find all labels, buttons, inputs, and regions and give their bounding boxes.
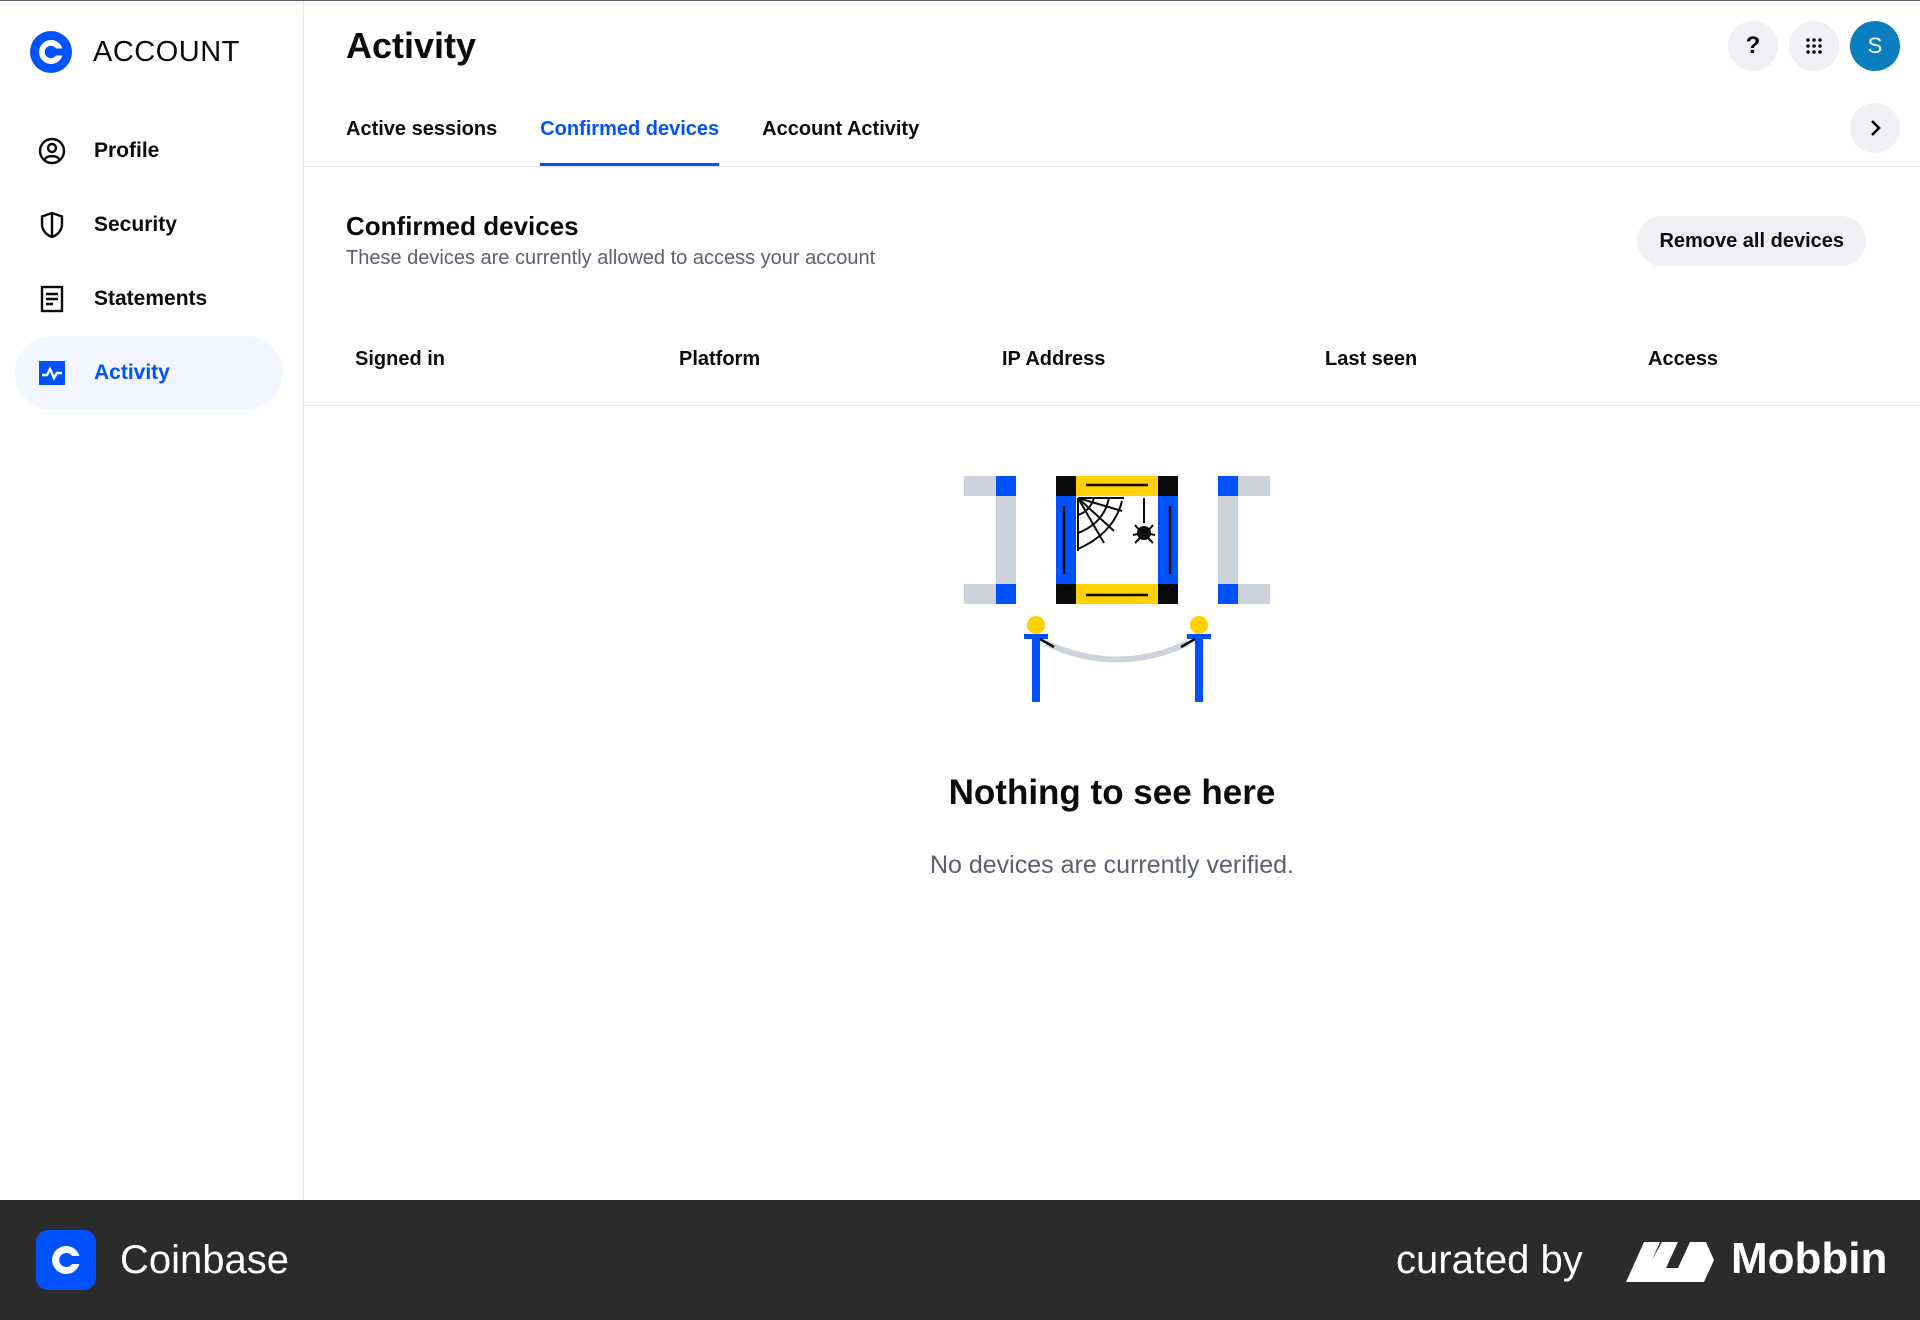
coinbase-logo-icon [30, 31, 72, 73]
sidebar-item-statements[interactable]: Statements [15, 262, 283, 336]
sidebar-item-label: Profile [94, 139, 160, 162]
help-icon: ? [1745, 32, 1761, 59]
column-header-platform[interactable]: Platform [679, 348, 760, 371]
sidebar: ACCOUNT Profile Security Statements Acti… [0, 1, 304, 1201]
tab-bar: Active sessions Confirmed devices Accoun… [346, 101, 962, 166]
footer-brand: Coinbase [120, 1238, 290, 1282]
tabs-divider [304, 166, 1920, 167]
brand[interactable]: ACCOUNT [30, 31, 240, 73]
sidebar-nav: Profile Security Statements Activity [15, 114, 283, 410]
tab-account-activity[interactable]: Account Activity [762, 101, 919, 166]
apps-button[interactable] [1789, 21, 1839, 71]
avatar-initial: S [1867, 33, 1883, 58]
column-header-signed-in[interactable]: Signed in [355, 348, 445, 371]
coinbase-app-icon [36, 1230, 96, 1290]
mobbin-wordmark: Mobbin [1731, 1234, 1888, 1283]
empty-state-message-text: No devices are currently verified. [929, 851, 1295, 879]
empty-state-title-text: Nothing to see here [948, 773, 1276, 812]
avatar[interactable]: S [1850, 21, 1900, 71]
page-title: Activity [346, 25, 477, 66]
column-header-access[interactable]: Access [1648, 348, 1718, 371]
tab-confirmed-devices[interactable]: Confirmed devices [540, 101, 719, 166]
sidebar-item-label: Statements [94, 287, 208, 310]
mobbin-logo-icon [1626, 1242, 1714, 1282]
section-title: Confirmed devices [346, 211, 579, 241]
sidebar-item-activity[interactable]: Activity [15, 336, 283, 410]
sidebar-item-label: Activity [94, 361, 170, 384]
sidebar-item-profile[interactable]: Profile [15, 114, 283, 188]
table-header: Signed in Platform IP Address Last seen … [304, 326, 1920, 406]
sidebar-item-label: Security [94, 213, 177, 236]
chevron-right-icon [1871, 120, 1881, 136]
activity-chart-icon [37, 358, 67, 388]
tab-active-sessions[interactable]: Active sessions [346, 101, 497, 166]
empty-state-illustration [964, 476, 1270, 702]
section-subtitle: These devices are currently allowed to a… [346, 247, 876, 269]
column-header-ip-address[interactable]: IP Address [1002, 348, 1105, 371]
header-actions: ? S [1728, 21, 1900, 71]
sidebar-item-security[interactable]: Security [15, 188, 283, 262]
main-content: Activity ? S Active sessions Confirmed d… [304, 1, 1920, 1201]
remove-all-devices-button[interactable]: Remove all devices [1637, 216, 1866, 266]
curated-by-label: curated by [1396, 1238, 1583, 1282]
empty-state-title: Nothing to see here [304, 773, 1920, 813]
brand-title: ACCOUNT [93, 35, 240, 68]
grid-icon [1806, 38, 1822, 54]
tabs-next-button[interactable] [1850, 103, 1900, 153]
column-header-last-seen[interactable]: Last seen [1325, 348, 1417, 371]
help-button[interactable]: ? [1728, 21, 1778, 71]
shield-icon [37, 210, 67, 240]
document-icon [37, 284, 67, 314]
empty-state-message: No devices are currently verified. [304, 851, 1920, 880]
footer-banner: Coinbase curated by Mobbin [0, 1200, 1920, 1320]
user-circle-icon [37, 136, 67, 166]
app-window: ACCOUNT Profile Security Statements Acti… [0, 0, 1920, 1201]
